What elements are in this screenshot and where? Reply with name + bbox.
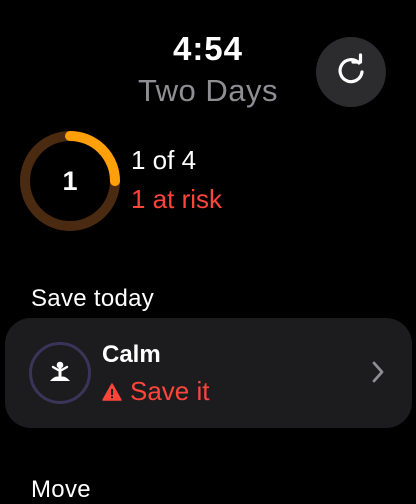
calm-card[interactable]: Calm Save it (5, 318, 412, 428)
ring-count: 1 (62, 165, 78, 196)
refresh-button[interactable] (316, 37, 386, 107)
card-title: Calm (102, 341, 161, 368)
card-status-label: Save it (130, 376, 210, 406)
progress-ring: 1 (18, 129, 122, 233)
chevron-right-icon (371, 360, 385, 389)
card-status: Save it (102, 376, 210, 407)
goal-count: 1 of 4 (131, 145, 197, 175)
section-save-today: Save today (31, 285, 155, 312)
warning-icon (102, 382, 122, 401)
refresh-icon (334, 52, 368, 92)
section-move: Move (31, 476, 91, 503)
meditation-icon (29, 342, 91, 404)
at-risk-text: 1 at risk (131, 184, 223, 214)
